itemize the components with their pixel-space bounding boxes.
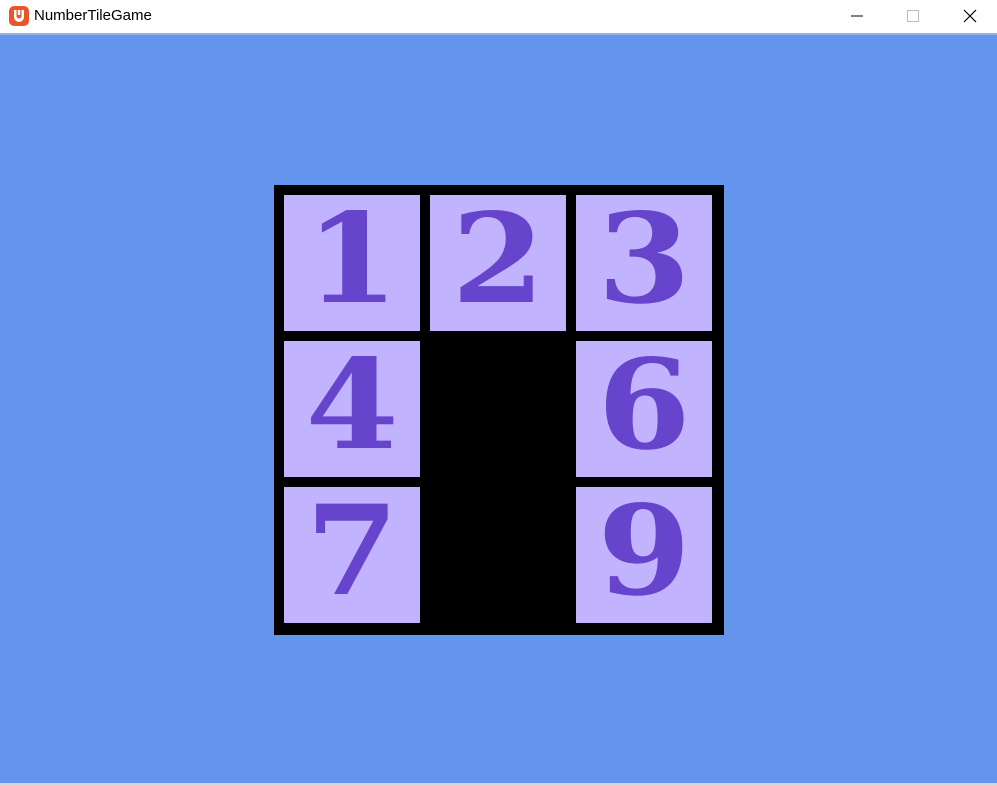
monogame-logo-icon xyxy=(9,6,29,26)
maximize-icon xyxy=(907,10,919,22)
tile-9[interactable]: 9 xyxy=(576,487,712,623)
close-icon xyxy=(963,9,977,23)
empty-slot xyxy=(430,341,566,477)
minimize-icon xyxy=(851,15,863,17)
title-bar[interactable]: NumberTileGame xyxy=(0,0,997,33)
tile-1[interactable]: 1 xyxy=(284,195,420,331)
tile-2[interactable]: 2 xyxy=(430,195,566,331)
minimize-button[interactable] xyxy=(834,0,880,32)
tile-number: 9 xyxy=(597,487,691,623)
tile-7[interactable]: 7 xyxy=(284,487,420,623)
close-button[interactable] xyxy=(947,0,993,32)
tile-number: 3 xyxy=(597,195,691,331)
maximize-button[interactable] xyxy=(890,0,936,32)
app-window: NumberTileGame 123 4 6 7 9 xyxy=(0,0,997,786)
tile-number: 6 xyxy=(597,341,691,477)
empty-slot xyxy=(430,487,566,623)
puzzle-board: 123 4 6 7 9 xyxy=(274,185,724,635)
game-viewport[interactable]: 123 4 6 7 9 xyxy=(0,35,997,783)
window-title: NumberTileGame xyxy=(34,7,152,24)
tile-6[interactable]: 6 xyxy=(576,341,712,477)
tile-3[interactable]: 3 xyxy=(576,195,712,331)
tile-4[interactable]: 4 xyxy=(284,341,420,477)
tile-number: 2 xyxy=(451,195,545,331)
tile-number: 4 xyxy=(305,341,399,477)
tile-number: 7 xyxy=(305,487,399,623)
tile-number: 1 xyxy=(305,195,399,331)
